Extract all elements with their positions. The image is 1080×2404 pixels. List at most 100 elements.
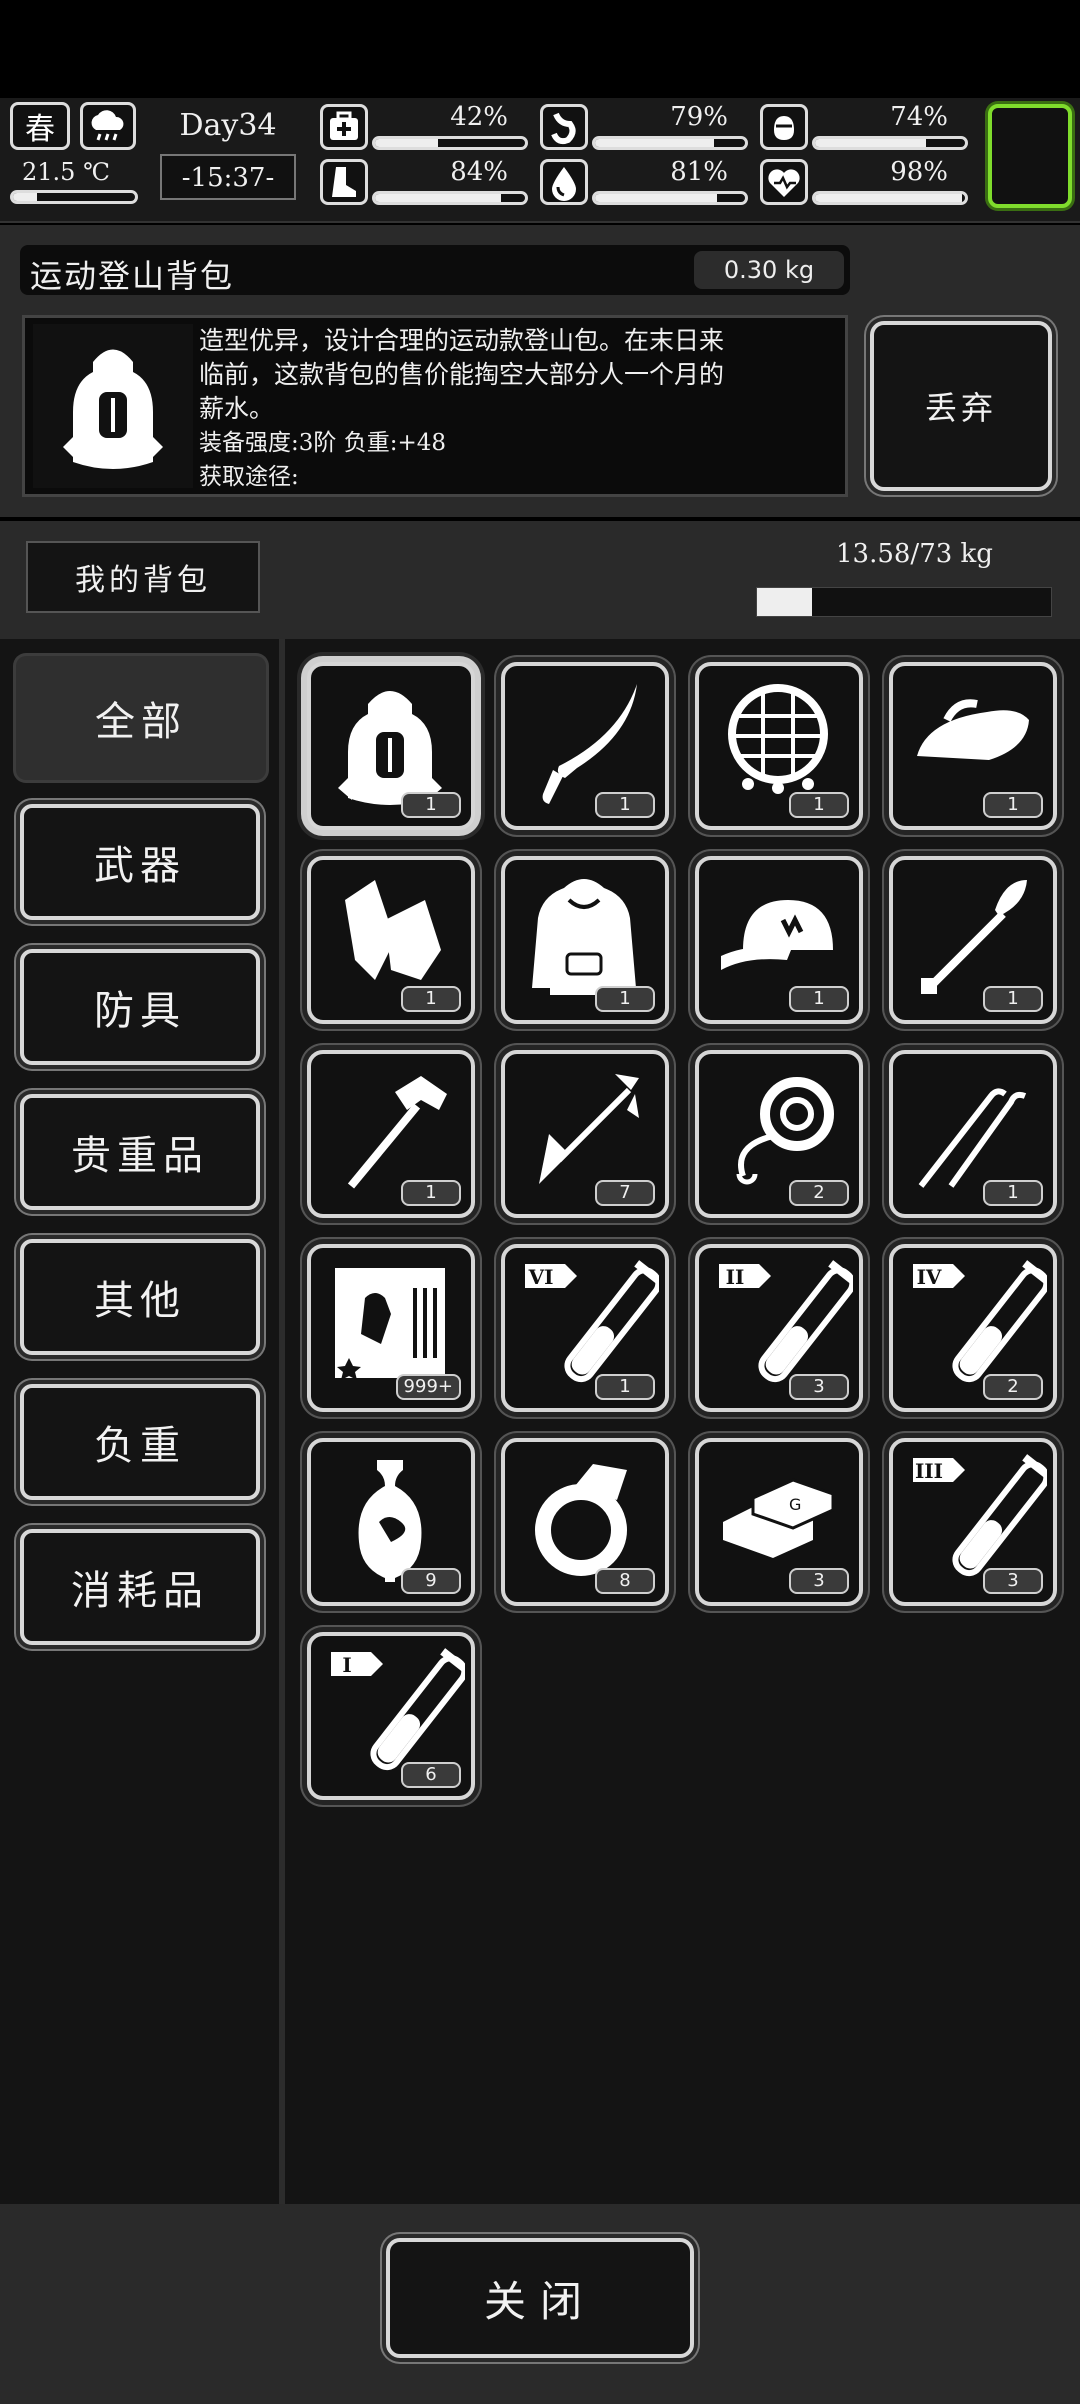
stat-meter: 79% bbox=[538, 102, 758, 156]
tab-valuables[interactable]: 贵重品 bbox=[20, 1094, 260, 1210]
tab-label: 消耗品 bbox=[71, 1568, 209, 1614]
svg-text:III: III bbox=[915, 1459, 943, 1483]
svg-text:I: I bbox=[342, 1653, 351, 1677]
tab-consumables[interactable]: 消耗品 bbox=[20, 1529, 260, 1645]
stat-percent: 42% bbox=[450, 102, 508, 132]
stat-bar-fill bbox=[815, 139, 926, 147]
close-button[interactable]: 关闭 bbox=[386, 2238, 694, 2358]
inventory-grid: 1 1 1 1 1 1 1 1 1 7 2 1 999+ VI 1 II 3 IV 2 9 8 G 3 III 3 I 6 bbox=[285, 639, 1080, 2204]
inventory-slot[interactable]: 8 bbox=[501, 1438, 669, 1606]
close-label: 关闭 bbox=[483, 2276, 596, 2326]
inventory-slot[interactable]: 1 bbox=[501, 856, 669, 1024]
stat-bar bbox=[372, 191, 528, 205]
stat-bar bbox=[372, 136, 528, 150]
tab-others[interactable]: 其他 bbox=[20, 1239, 260, 1355]
inventory-slot[interactable]: 1 bbox=[889, 1050, 1057, 1218]
svg-text:II: II bbox=[726, 1265, 745, 1289]
item-weight: 0.30 kg bbox=[694, 251, 844, 289]
tab-all[interactable]: 全部 bbox=[16, 656, 266, 780]
stat-bar bbox=[592, 191, 748, 205]
stomach-icon bbox=[540, 104, 588, 150]
inventory-slot[interactable]: 7 bbox=[501, 1050, 669, 1218]
item-count-badge: 3 bbox=[983, 1568, 1043, 1594]
stat-bar bbox=[812, 136, 968, 150]
inventory-slot[interactable]: G3 bbox=[695, 1438, 863, 1606]
item-count-badge: 1 bbox=[595, 986, 655, 1012]
system-status-bar bbox=[0, 0, 1080, 98]
inventory-slot[interactable]: 9 bbox=[307, 1438, 475, 1606]
temperature-label: 21.5 ℃ bbox=[22, 158, 110, 186]
inventory-slot[interactable]: II 3 bbox=[695, 1244, 863, 1412]
item-count-badge: 3 bbox=[789, 1568, 849, 1594]
item-count-badge: 9 bbox=[401, 1568, 461, 1594]
bag-capacity-fill bbox=[757, 588, 812, 616]
inventory-slot[interactable]: 1 bbox=[695, 662, 863, 830]
season-badge: 春 bbox=[10, 102, 70, 150]
svg-text:G: G bbox=[789, 1495, 801, 1514]
stat-meter: 98% bbox=[758, 157, 978, 211]
item-name-bar: 运动登山背包 0.30 kg bbox=[20, 245, 850, 295]
inventory-slot[interactable]: 999+ bbox=[307, 1244, 475, 1412]
inventory-slot[interactable]: 1 bbox=[307, 662, 475, 830]
test-tube-icon: IV bbox=[913, 1260, 1047, 1383]
bag-header: 我的背包 13.58/73 kg bbox=[0, 521, 1080, 639]
inventory-slot[interactable]: 2 bbox=[695, 1050, 863, 1218]
item-count-badge: 1 bbox=[983, 986, 1043, 1012]
item-desc-line: 薪水。 bbox=[199, 394, 275, 423]
stat-percent: 84% bbox=[450, 157, 508, 187]
item-count-badge: 7 bbox=[595, 1180, 655, 1206]
inventory-slot[interactable]: 1 bbox=[889, 662, 1057, 830]
tab-weapons[interactable]: 武器 bbox=[20, 804, 260, 920]
tab-armor[interactable]: 防具 bbox=[20, 949, 260, 1065]
heart-icon bbox=[760, 159, 808, 205]
inventory-slot[interactable]: 1 bbox=[307, 856, 475, 1024]
svg-text:IV: IV bbox=[917, 1265, 942, 1289]
stat-bar bbox=[812, 191, 968, 205]
temperature-gauge bbox=[10, 190, 138, 204]
item-count-badge: 6 bbox=[401, 1762, 461, 1788]
svg-text:VI: VI bbox=[528, 1265, 554, 1289]
inventory-slot[interactable]: 1 bbox=[307, 1050, 475, 1218]
rain-cloud-icon bbox=[80, 102, 136, 150]
quick-slot-button[interactable] bbox=[988, 104, 1072, 208]
inventory-slot[interactable]: IV 2 bbox=[889, 1244, 1057, 1412]
inventory-slot[interactable]: VI 1 bbox=[501, 1244, 669, 1412]
test-tube-icon: VI bbox=[525, 1260, 659, 1383]
bag-capacity-bar bbox=[756, 587, 1052, 617]
item-count-badge: 1 bbox=[401, 1180, 461, 1206]
tab-load[interactable]: 负重 bbox=[20, 1384, 260, 1500]
time-label: -15:37- bbox=[181, 163, 275, 193]
item-source: 获取途径: bbox=[199, 464, 299, 490]
inventory-slot[interactable]: 1 bbox=[889, 856, 1057, 1024]
stat-meter: 74% bbox=[758, 102, 978, 156]
item-desc-line: 临前，这款背包的售价能掏空大部分人一个月的 bbox=[199, 360, 725, 389]
inventory-slot[interactable]: I6 bbox=[307, 1632, 475, 1800]
clock-box: -15:37- bbox=[160, 154, 296, 200]
test-tube-icon: II bbox=[719, 1260, 853, 1383]
stat-bar-fill bbox=[595, 139, 714, 147]
item-count-badge: 1 bbox=[401, 792, 461, 818]
category-sidebar: 全部武器防具贵重品其他负重消耗品 bbox=[0, 639, 285, 2204]
inventory-slot[interactable]: III 3 bbox=[889, 1438, 1057, 1606]
foot-icon bbox=[320, 159, 368, 205]
item-count-badge: 1 bbox=[789, 986, 849, 1012]
tab-label: 其他 bbox=[94, 1278, 186, 1324]
stat-percent: 98% bbox=[890, 157, 948, 187]
stat-bar-fill bbox=[375, 194, 501, 202]
tab-label: 武器 bbox=[94, 843, 186, 889]
item-count-badge: 999+ bbox=[395, 1374, 461, 1400]
inventory-slot[interactable]: 1 bbox=[501, 662, 669, 830]
stat-percent: 81% bbox=[670, 157, 728, 187]
discard-button[interactable]: 丢弃 bbox=[870, 321, 1052, 491]
item-count-badge: 2 bbox=[983, 1374, 1043, 1400]
footer-bar: 关闭 bbox=[0, 2204, 1080, 2404]
inventory-slot[interactable]: 1 bbox=[695, 856, 863, 1024]
stat-bar-fill bbox=[595, 194, 717, 202]
item-count-badge: 1 bbox=[983, 1180, 1043, 1206]
item-count-badge: 1 bbox=[789, 792, 849, 818]
stat-bar bbox=[592, 136, 748, 150]
item-count-badge: 1 bbox=[401, 986, 461, 1012]
item-stats: 装备强度:3阶 负重:+48 bbox=[199, 430, 446, 456]
item-count-badge: 3 bbox=[789, 1374, 849, 1400]
item-preview bbox=[33, 324, 193, 488]
